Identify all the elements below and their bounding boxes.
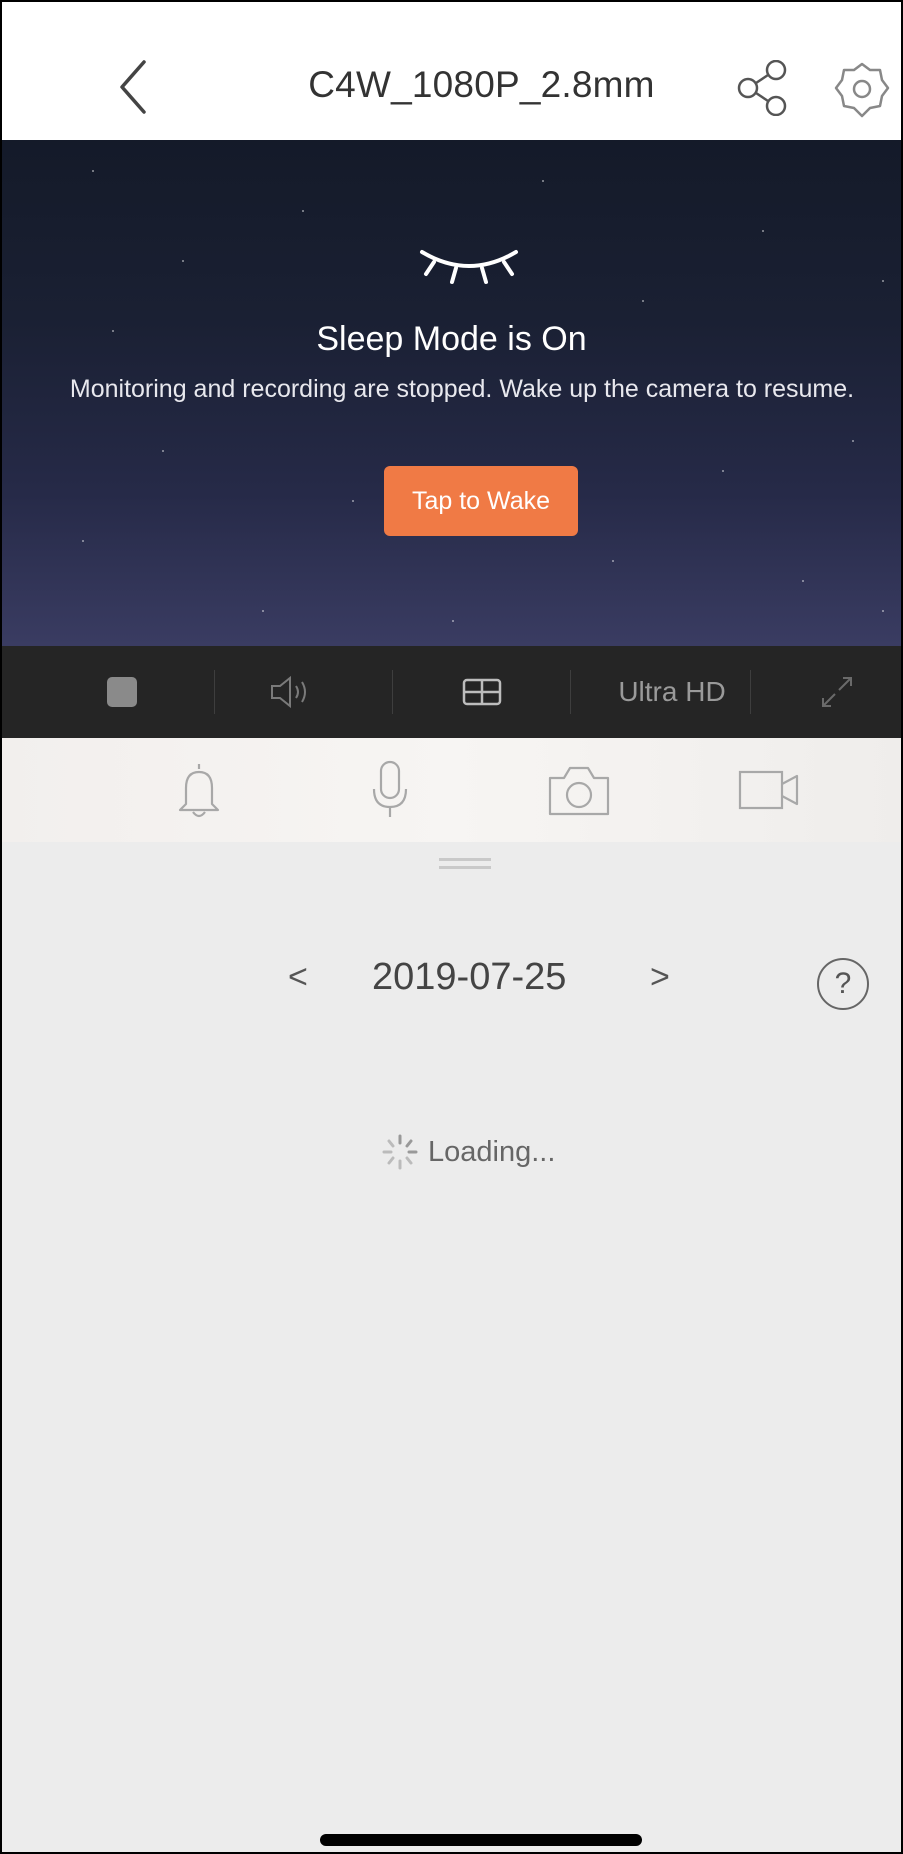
sleep-mode-title: Sleep Mode is On	[316, 320, 587, 358]
record-button[interactable]	[730, 754, 810, 826]
video-preview: Sleep Mode is On Monitoring and recordin…	[2, 140, 901, 646]
loading-text: Loading...	[428, 1135, 556, 1168]
sleep-mode-description: Monitoring and recording are stopped. Wa…	[69, 375, 855, 403]
gear-icon	[834, 62, 890, 118]
camera-icon	[548, 766, 610, 816]
speaker-icon	[271, 675, 306, 709]
date-label[interactable]: 2019-07-25	[372, 956, 566, 999]
quality-button[interactable]: Ultra HD	[582, 646, 762, 738]
tap-to-wake-button[interactable]: Tap to Wake	[384, 466, 578, 536]
home-indicator[interactable]	[320, 1834, 642, 1846]
next-date-button[interactable]: >	[650, 958, 670, 997]
help-button[interactable]: ?	[817, 958, 869, 1010]
talk-button[interactable]	[355, 754, 425, 826]
sound-button[interactable]	[242, 646, 342, 738]
quality-label: Ultra HD	[618, 676, 726, 707]
header-bar: C4W_1080P_2.8mm	[2, 2, 901, 140]
bell-icon	[178, 764, 220, 818]
stop-icon	[107, 677, 137, 707]
panel-drag-handle[interactable]	[439, 858, 491, 872]
fullscreen-icon	[822, 677, 852, 707]
previous-date-button[interactable]: <	[288, 958, 308, 997]
share-button[interactable]	[736, 59, 792, 117]
alarm-button[interactable]	[164, 754, 234, 826]
fullscreen-button[interactable]	[792, 646, 882, 738]
player-control-bar: Ultra HD	[2, 646, 901, 738]
share-icon	[737, 59, 787, 117]
spinner-icon	[382, 1134, 418, 1170]
video-record-icon	[738, 770, 799, 810]
microphone-icon	[372, 760, 408, 817]
settings-button[interactable]	[832, 60, 892, 120]
grid-layout-icon	[462, 678, 502, 706]
closed-eye-icon	[420, 250, 518, 284]
stop-button[interactable]	[72, 646, 172, 738]
snapshot-button[interactable]	[539, 754, 619, 826]
app-window: C4W_1080P_2.8mm Sleep Mode is On Monitor…	[0, 0, 903, 1854]
loading-indicator: Loading...	[380, 1132, 555, 1172]
layout-button[interactable]	[432, 646, 532, 738]
action-bar	[2, 738, 901, 842]
